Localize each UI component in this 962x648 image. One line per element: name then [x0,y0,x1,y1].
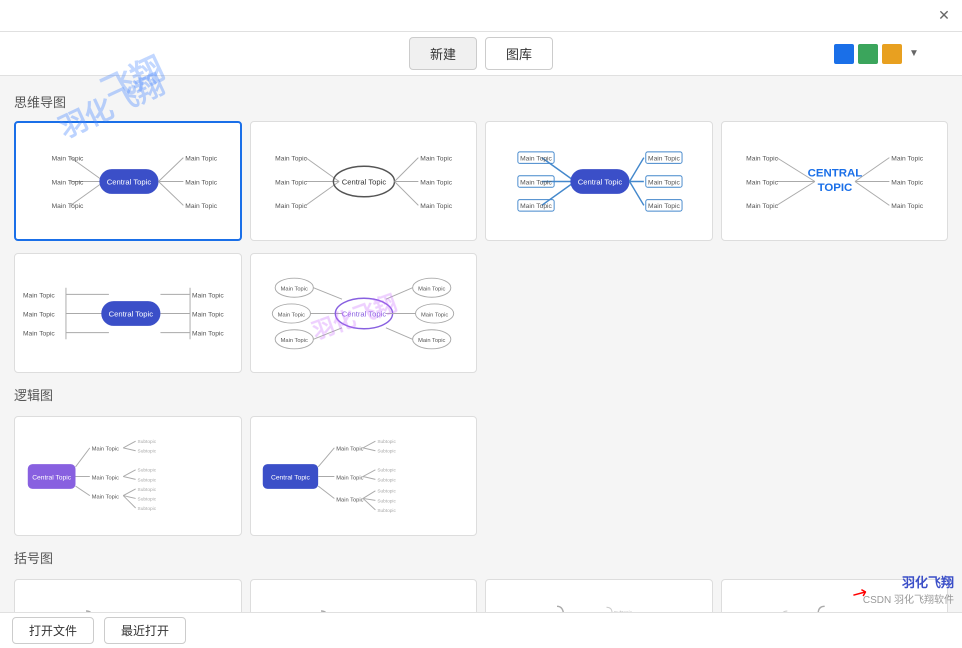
svg-text:Main Topic: Main Topic [337,497,364,503]
svg-text:Central Topic: Central Topic [108,309,153,318]
svg-text:Main Topic: Main Topic [892,155,924,162]
svg-text:Subtopic: Subtopic [137,505,156,511]
section-title-logic: 逻辑图 [14,385,948,404]
template-bk2[interactable]: Central Topic Main Topic Main Topic Main… [250,579,478,612]
logic-grid: Central Topic Main Topic Main Topic Main… [14,416,948,567]
svg-text:Main Topic: Main Topic [648,179,680,186]
template-bk1[interactable]: Central Topic Main Topic Main Topic Main… [14,579,242,612]
svg-text:Main Topic: Main Topic [23,292,55,299]
template-mm2[interactable]: Main Topic Main Topic Main Topic Central… [250,121,478,241]
mindmap-grid-2: Main Topic Main Topic Main Topic Central… [14,253,948,404]
svg-text:Main Topic: Main Topic [337,475,364,481]
svg-text:Main Topic: Main Topic [185,203,217,210]
svg-text:TOPIC: TOPIC [818,182,853,194]
svg-text:Subtopic: Subtopic [137,467,156,473]
svg-text:Main Topic: Main Topic [892,203,924,210]
svg-text:Main Topic: Main Topic [275,179,307,186]
svg-text:Subtopic: Subtopic [378,448,397,454]
svg-text:Main Topic: Main Topic [418,338,445,344]
template-mm4[interactable]: Main Topic Main Topic Main Topic CENTRAL… [721,121,949,241]
template-mm1[interactable]: Main Topic Main Topic Main Topic Central… [14,121,242,241]
svg-text:Subtopic: Subtopic [137,496,156,502]
svg-text:Subtopic: Subtopic [137,439,156,445]
section-title-bracket: 括号图 [14,548,948,567]
svg-text:Main Topic: Main Topic [91,446,118,452]
svg-text:Main Topic: Main Topic [278,312,305,318]
svg-text:Central Topic: Central Topic [578,177,623,186]
svg-text:Main Topic: Main Topic [337,446,364,452]
svg-text:Main Topic: Main Topic [520,203,552,210]
svg-text:Subtopic: Subtopic [378,439,397,445]
template-mm3[interactable]: Main Topic Main Topic Main Topic Central… [485,121,713,241]
svg-text:Main Topic: Main Topic [421,179,453,186]
svg-text:Main Topic: Main Topic [648,203,680,210]
template-mm5[interactable]: Main Topic Main Topic Main Topic Central… [14,253,242,373]
svg-text:Main Topic: Main Topic [746,203,778,210]
template-mm6[interactable]: Main Topic Main Topic Main Topic Central… [250,253,478,373]
swatch-orange[interactable] [882,44,902,64]
svg-text:Subtopic: Subtopic [378,498,397,504]
svg-text:Main Topic: Main Topic [275,155,307,162]
svg-text:Central Topic: Central Topic [342,177,387,186]
svg-text:Main Topic: Main Topic [192,311,224,318]
open-file-button[interactable]: 打开文件 [12,617,94,644]
title-bar: ✕ [0,0,962,32]
svg-text:Main Topic: Main Topic [91,475,118,481]
svg-text:Main Topic: Main Topic [281,338,308,344]
svg-text:Central Topic: Central Topic [342,309,387,318]
svg-text:Main Topic: Main Topic [23,311,55,318]
close-button[interactable]: ✕ [936,8,952,24]
section-title-mindmap: 思维导图 [14,92,948,111]
svg-text:Subtopic: Subtopic [378,477,397,483]
svg-text:Main Topic: Main Topic [192,330,224,337]
swatch-green[interactable] [858,44,878,64]
svg-text:Main Topic: Main Topic [185,155,217,162]
toolbar: 新建 图库 ▼ [0,32,962,76]
bracket-grid: Central Topic Main Topic Main Topic Main… [14,579,948,612]
svg-text:Main Topic: Main Topic [421,203,453,210]
content-area: 思维导图 Main Topic Main Topic Main Topic Ce… [0,76,962,612]
swatch-blue[interactable] [834,44,854,64]
svg-text:Main Topic: Main Topic [746,155,778,162]
template-bk3[interactable]: Central Topic Main Topic Main Topic Main… [485,579,713,612]
recent-open-button[interactable]: 最近打开 [104,617,186,644]
svg-text:Subtopic: Subtopic [378,467,397,473]
color-swatches: ▼ [834,44,922,64]
svg-text:Main Topic: Main Topic [275,203,307,210]
swatch-dropdown[interactable]: ▼ [906,44,922,64]
svg-text:Main Topic: Main Topic [192,292,224,299]
mindmap-grid: Main Topic Main Topic Main Topic Central… [14,121,948,241]
svg-text:Main Topic: Main Topic [185,179,217,186]
svg-text:Main Topic: Main Topic [91,494,118,500]
svg-text:Main Topic: Main Topic [892,179,924,186]
svg-text:Central Topic: Central Topic [271,474,310,481]
svg-text:Main Topic: Main Topic [51,155,83,162]
watermark-bottom: 羽化飞翔 CSDN 羽化飞翔软件 [863,572,954,606]
svg-text:Main Topic: Main Topic [746,179,778,186]
svg-text:Subtopic: Subtopic [137,477,156,483]
svg-text:Main Topic: Main Topic [421,312,448,318]
svg-text:Main Topic: Main Topic [51,179,83,186]
new-button[interactable]: 新建 [409,37,477,70]
svg-text:Central Topic: Central Topic [32,474,71,481]
svg-text:Main Topic: Main Topic [421,155,453,162]
svg-text:Central Topic: Central Topic [107,177,152,186]
template-lg1[interactable]: Central Topic Main Topic Main Topic Main… [14,416,242,536]
svg-text:Main Topic: Main Topic [418,286,445,292]
svg-text:Subtopic: Subtopic [137,486,156,492]
svg-text:Subtopic: Subtopic [378,488,397,494]
svg-text:Subtopic: Subtopic [137,448,156,454]
svg-text:Subtopic: Subtopic [378,507,397,513]
gallery-button[interactable]: 图库 [485,37,553,70]
svg-text:Main Topic: Main Topic [520,179,552,186]
bottom-bar: 打开文件 最近打开 [0,612,962,648]
svg-text:Main Topic: Main Topic [51,203,83,210]
svg-text:CENTRAL: CENTRAL [808,167,863,179]
svg-text:Main Topic: Main Topic [648,155,680,162]
svg-text:Main Topic: Main Topic [281,286,308,292]
svg-text:Main Topic: Main Topic [520,155,552,162]
template-lg2[interactable]: Central Topic Main Topic Main Topic Main… [250,416,478,536]
svg-text:Main Topic: Main Topic [23,330,55,337]
